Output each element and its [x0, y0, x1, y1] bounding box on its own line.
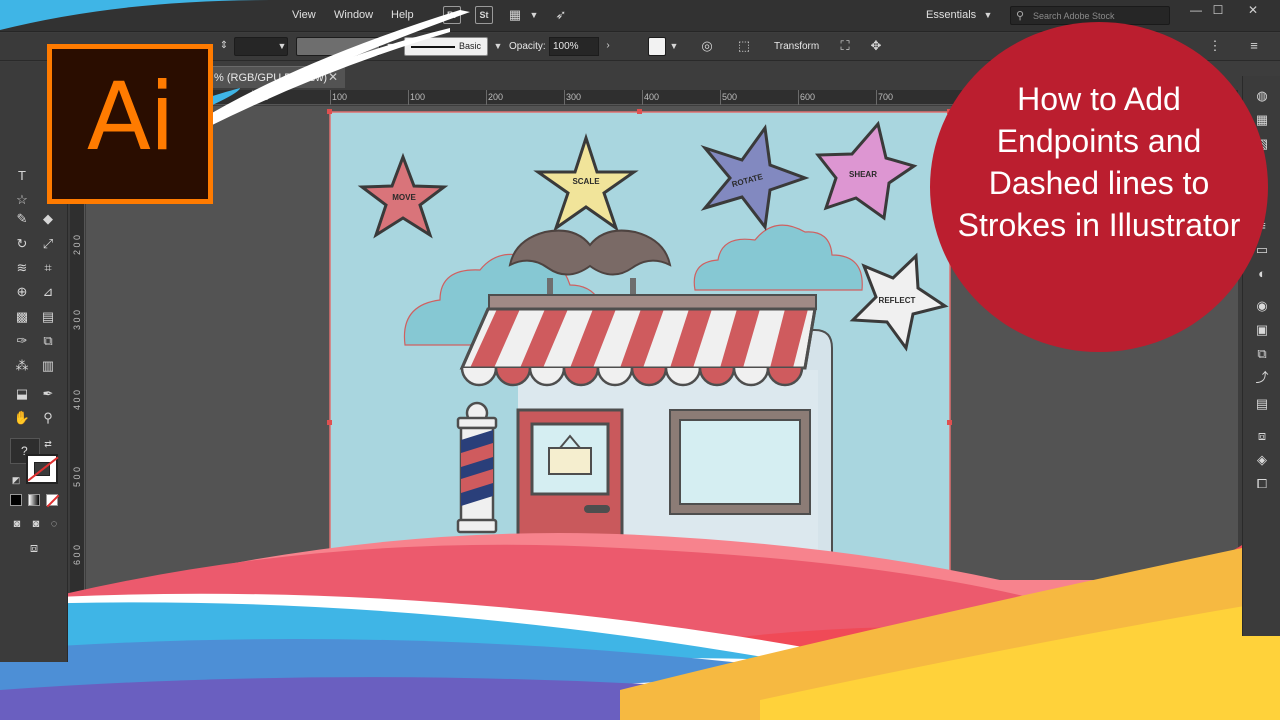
none-mode-icon[interactable]	[46, 494, 60, 508]
default-colors-icon[interactable]: ◩	[6, 470, 26, 490]
slice-tool-icon[interactable]: ✒	[38, 384, 58, 404]
star-tool-icon[interactable]: ☆	[12, 190, 32, 210]
selection-handle[interactable]	[947, 420, 952, 425]
artboard-tool-icon[interactable]: ⬓	[12, 384, 32, 404]
transparency-icon[interactable]: ◐	[1252, 264, 1272, 284]
screen-mode-icon[interactable]: ⧈	[24, 538, 44, 558]
perspective-grid-icon[interactable]: ⊿	[38, 282, 58, 302]
selection-handle[interactable]	[327, 109, 332, 114]
star-label-reflect: REFLECT	[879, 296, 916, 305]
star-label-shear: SHEAR	[849, 170, 877, 179]
awning[interactable]	[459, 307, 817, 387]
export-icon[interactable]: ⤴	[1252, 368, 1272, 388]
layers-icon[interactable]: ⧉	[1252, 344, 1272, 364]
selection-handle[interactable]	[327, 420, 332, 425]
draw-inside-icon[interactable]: ◌	[44, 514, 64, 534]
title-badge: How to Add Endpoints and Dashed lines to…	[930, 22, 1268, 352]
stroke-swatch[interactable]	[26, 454, 59, 484]
video-title: How to Add Endpoints and Dashed lines to…	[957, 81, 1241, 243]
illustrator-logo: Ai	[47, 44, 213, 204]
width-tool-icon[interactable]: ≋	[12, 258, 32, 278]
eraser-tool-icon[interactable]: ◆	[38, 209, 58, 229]
graph-tool-icon[interactable]: ▥	[38, 356, 58, 376]
hand-tool-icon[interactable]: ✋	[12, 408, 32, 428]
thumbnail-root: View Window Help Br St ▦ ▼ ➶ Essentials …	[0, 0, 1280, 720]
artboards-panel-icon[interactable]: ⧈	[1252, 426, 1272, 446]
layers-stack-icon[interactable]: ◈	[1252, 450, 1272, 470]
star-label-scale: SCALE	[572, 177, 600, 186]
rotate-tool-icon[interactable]: ↻	[12, 234, 32, 254]
draw-normal-icon[interactable]: ◙	[7, 514, 27, 534]
color-mode-icon[interactable]	[10, 494, 22, 506]
logo-text: Ai	[86, 63, 175, 172]
eyedropper-tool-icon[interactable]: ✑	[12, 331, 32, 351]
paintbrush-tool-icon[interactable]: ✎	[12, 209, 32, 229]
asset-export-icon[interactable]: ▤	[1252, 394, 1272, 414]
barber-pole[interactable]	[456, 401, 498, 534]
mesh-tool-icon[interactable]: ▩	[12, 307, 32, 327]
swap-colors-icon[interactable]: ⇄	[38, 434, 58, 454]
free-transform-icon[interactable]: ⌗	[38, 258, 58, 278]
symbol-sprayer-icon[interactable]: ⁂	[12, 356, 32, 376]
pathfinder-icon[interactable]: ⧠	[1252, 474, 1272, 494]
graphic-styles-icon[interactable]: ▣	[1252, 320, 1272, 340]
gradient-mode-icon[interactable]	[28, 494, 40, 506]
blend-tool-icon[interactable]: ⧉	[38, 331, 58, 351]
selection-handle[interactable]	[637, 109, 642, 114]
appearance-icon[interactable]: ◉	[1252, 296, 1272, 316]
shape-builder-icon[interactable]: ⊕	[12, 282, 32, 302]
gradient-tool-icon[interactable]: ▤	[38, 307, 58, 327]
scale-tool-icon[interactable]: ⤢	[38, 234, 58, 254]
color-panel-icon[interactable]: ◍	[1252, 86, 1272, 106]
zoom-tool-icon[interactable]: ⚲	[38, 408, 58, 428]
star-label-move: MOVE	[392, 193, 416, 202]
draw-behind-icon[interactable]: ◙	[26, 514, 46, 534]
type-tool-icon[interactable]: T	[12, 166, 32, 186]
